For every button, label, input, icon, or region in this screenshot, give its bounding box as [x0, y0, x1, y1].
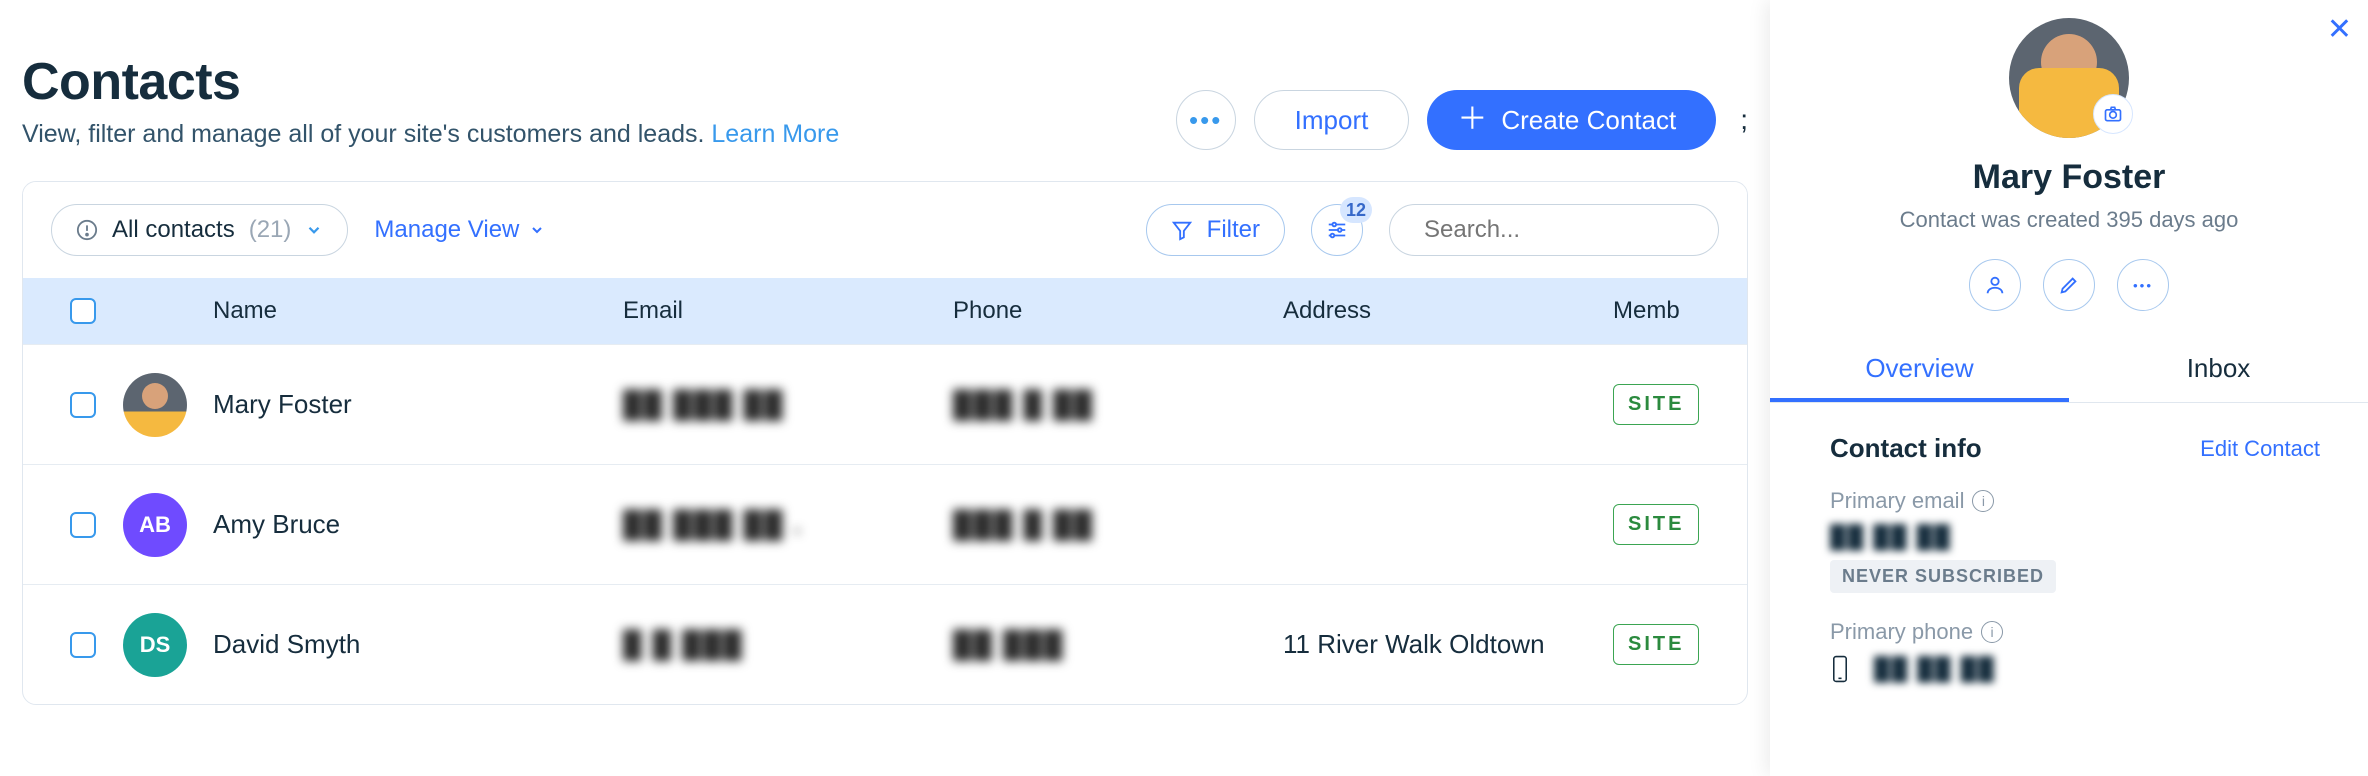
- row-name: Amy Bruce: [213, 509, 613, 540]
- contact-detail-panel: ✕ Mary Foster Contact was created 395 da…: [1770, 0, 2368, 776]
- primary-phone-value: ██ ██ ██: [1874, 656, 1996, 682]
- row-checkbox[interactable]: [70, 512, 96, 538]
- trailing-char: ;: [1740, 104, 1748, 136]
- member-badge: SITE: [1613, 624, 1699, 665]
- table-header: Name Email Phone Address Memb: [23, 278, 1747, 344]
- search-input[interactable]: [1424, 216, 1734, 244]
- row-checkbox[interactable]: [70, 392, 96, 418]
- tab-overview[interactable]: Overview: [1770, 339, 2069, 402]
- row-name: Mary Foster: [213, 389, 613, 420]
- view-chip-label: All contacts: [112, 216, 235, 244]
- column-member: Memb: [1613, 297, 1717, 325]
- tab-inbox[interactable]: Inbox: [2069, 339, 2368, 402]
- row-email: █ █ ███: [623, 629, 744, 659]
- row-phone: ██ ███: [953, 629, 1064, 659]
- sliders-badge: 12: [1340, 197, 1372, 223]
- create-contact-label: Create Contact: [1501, 105, 1676, 136]
- column-settings-button[interactable]: 12: [1311, 204, 1363, 256]
- row-checkbox[interactable]: [70, 632, 96, 658]
- column-name: Name: [213, 297, 613, 325]
- info-icon[interactable]: i: [1981, 621, 2003, 643]
- table-row[interactable]: AB Amy Bruce ██ ███ ██ . ███ █ ██ SITE: [23, 464, 1747, 584]
- section-title-contact-info: Contact info: [1830, 433, 1982, 464]
- chevron-down-icon: [305, 221, 323, 239]
- row-phone: ███ █ ██: [953, 509, 1094, 539]
- avatar: AB: [123, 493, 187, 557]
- camera-icon: [2103, 104, 2123, 124]
- ellipsis-icon: •••: [2133, 278, 2153, 293]
- panel-profile-button[interactable]: [1969, 259, 2021, 311]
- primary-phone-label: Primary phone i: [1830, 619, 2320, 645]
- never-subscribed-badge: NEVER SUBSCRIBED: [1830, 560, 2056, 593]
- sliders-icon: [1326, 219, 1348, 241]
- change-photo-button[interactable]: [2093, 94, 2133, 134]
- member-badge: SITE: [1613, 384, 1699, 425]
- row-email: ██ ███ ██ .: [623, 509, 803, 539]
- more-actions-button[interactable]: •••: [1176, 90, 1236, 150]
- chevron-down-icon: [529, 222, 545, 238]
- person-icon: [1984, 274, 2006, 296]
- view-chip-count: (21): [249, 216, 292, 244]
- row-address: 11 River Walk Oldtown: [1283, 629, 1603, 660]
- row-name: David Smyth: [213, 629, 613, 660]
- table-row[interactable]: Mary Foster ██ ███ ██ ███ █ ██ SITE: [23, 344, 1747, 464]
- table-toolbar: All contacts (21) Manage View Filter: [23, 182, 1747, 278]
- column-email: Email: [623, 297, 943, 325]
- row-email: ██ ███ ██: [623, 389, 784, 419]
- manage-view-label: Manage View: [374, 216, 519, 244]
- primary-email-label: Primary email i: [1830, 488, 2320, 514]
- member-badge: SITE: [1613, 504, 1699, 545]
- avatar: [123, 373, 187, 437]
- panel-contact-subtitle: Contact was created 395 days ago: [1900, 207, 2239, 233]
- alert-circle-icon: [76, 219, 98, 241]
- primary-email-value: ██ ██ ██: [1830, 524, 2320, 550]
- import-button[interactable]: Import: [1254, 90, 1410, 150]
- column-address: Address: [1283, 297, 1603, 325]
- learn-more-link[interactable]: Learn More: [711, 120, 839, 148]
- panel-contact-name: Mary Foster: [1973, 158, 2166, 197]
- table-row[interactable]: DS David Smyth █ █ ███ ██ ███ 11 River Walk …: [23, 584, 1747, 704]
- manage-view-link[interactable]: Manage View: [374, 216, 545, 244]
- select-all-checkbox[interactable]: [70, 298, 96, 324]
- panel-edit-button[interactable]: [2043, 259, 2095, 311]
- avatar: DS: [123, 613, 187, 677]
- row-phone: ███ █ ██: [953, 389, 1094, 419]
- search-box[interactable]: [1389, 204, 1719, 256]
- filter-label: Filter: [1207, 216, 1260, 244]
- panel-more-button[interactable]: •••: [2117, 259, 2169, 311]
- pencil-icon: [2058, 274, 2080, 296]
- mobile-icon: [1830, 655, 1850, 683]
- create-contact-button[interactable]: ＋ Create Contact: [1427, 90, 1716, 150]
- funnel-icon: [1171, 219, 1193, 241]
- page-subtitle-text: View, filter and manage all of your site…: [22, 120, 711, 148]
- filter-button[interactable]: Filter: [1146, 204, 1285, 256]
- info-icon[interactable]: i: [1972, 490, 1994, 512]
- close-panel-button[interactable]: ✕: [2327, 12, 2352, 47]
- ellipsis-icon: •••: [1189, 105, 1222, 136]
- edit-contact-link[interactable]: Edit Contact: [2200, 436, 2320, 462]
- plus-icon: ＋: [1457, 105, 1487, 135]
- column-phone: Phone: [953, 297, 1273, 325]
- view-chip[interactable]: All contacts (21): [51, 204, 348, 256]
